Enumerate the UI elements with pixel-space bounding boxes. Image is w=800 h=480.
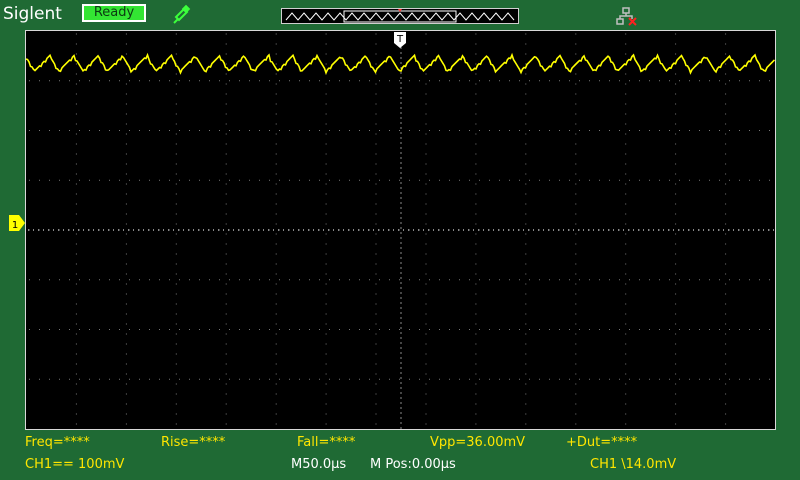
trigger-position-marker[interactable]: T — [393, 31, 407, 49]
rise-measurement: Rise=**** — [161, 435, 226, 450]
waveform-overview-bar — [281, 8, 519, 24]
brand-label: Siglent — [3, 4, 62, 24]
duty-measurement: +Dut=**** — [566, 435, 638, 450]
waveform-display[interactable] — [25, 30, 776, 430]
ch1-level-marker[interactable]: 1 — [8, 214, 26, 232]
trigger-info[interactable]: CH1 \14.0mV — [590, 457, 676, 472]
freq-measurement: Freq=**** — [25, 435, 90, 450]
probe-icon — [173, 4, 191, 24]
svg-text:T: T — [396, 34, 404, 45]
graticule — [26, 32, 775, 429]
usb-network-disconnected-icon — [616, 7, 637, 26]
grid-dots — [29, 33, 770, 425]
ch1-scale[interactable]: CH1== 100mV — [25, 457, 124, 472]
fall-measurement: Fall=**** — [297, 435, 356, 450]
ch1-trace — [26, 52, 775, 75]
horizontal-position-readout[interactable]: M Pos:0.00μs — [370, 457, 456, 472]
svg-text:1: 1 — [12, 220, 18, 231]
status-badge: Ready — [82, 4, 146, 22]
vpp-measurement: Vpp=36.00mV — [430, 435, 526, 450]
overview-waveform — [285, 9, 515, 23]
timebase-readout[interactable]: M50.0μs — [291, 457, 346, 472]
